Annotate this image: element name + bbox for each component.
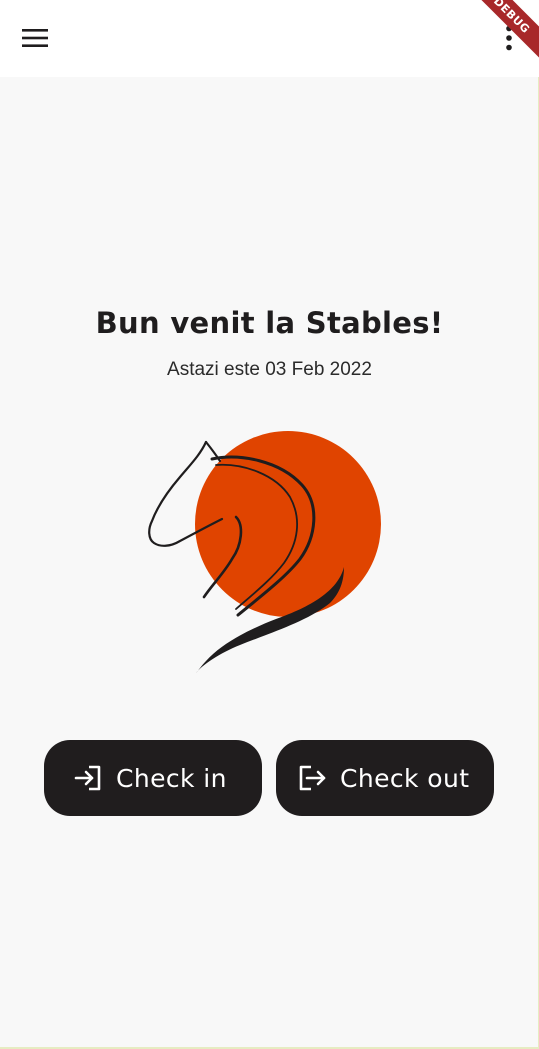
check-in-button[interactable]: Check in bbox=[44, 740, 262, 816]
login-icon bbox=[72, 762, 104, 794]
logo-sun-circle bbox=[195, 431, 381, 617]
check-in-label: Check in bbox=[116, 763, 227, 793]
check-out-button[interactable]: Check out bbox=[276, 740, 494, 816]
app-screen: DEBUG Bun venit la Stables! Astazi este … bbox=[0, 0, 539, 1049]
menu-button[interactable] bbox=[12, 16, 58, 60]
check-out-label: Check out bbox=[340, 763, 470, 793]
app-bar: DEBUG bbox=[0, 0, 539, 77]
date-line: Astazi este 03 Feb 2022 bbox=[167, 359, 372, 380]
hamburger-menu-icon bbox=[22, 29, 48, 47]
horse-head-logo bbox=[148, 431, 381, 673]
logout-icon bbox=[296, 762, 328, 794]
welcome-title: Bun venit la Stables! bbox=[95, 306, 444, 340]
